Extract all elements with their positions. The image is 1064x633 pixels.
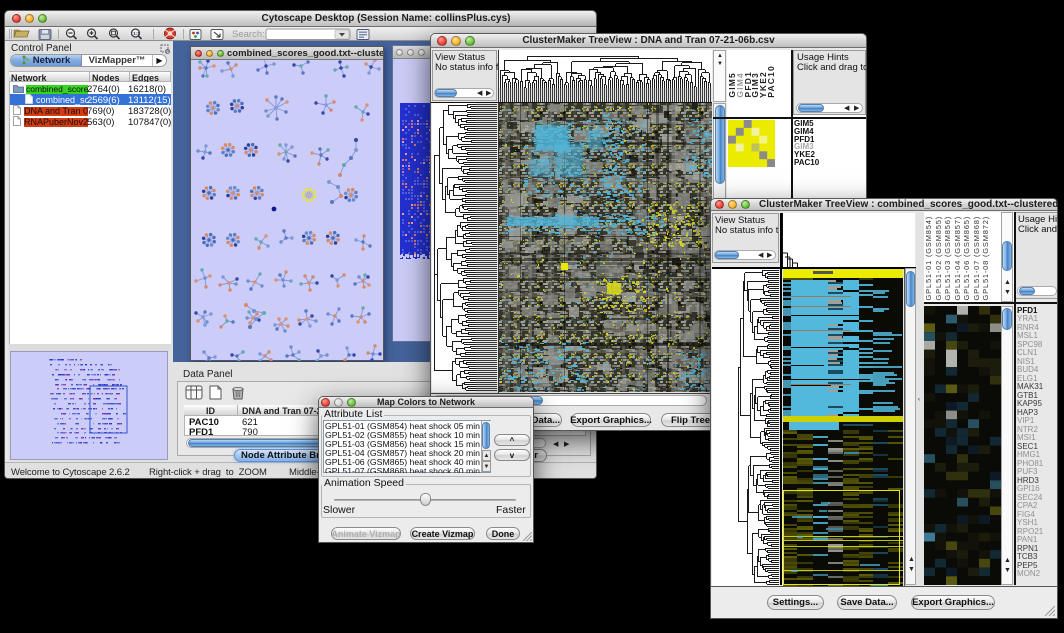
svg-text:Search:: Search: — [232, 29, 265, 40]
svg-text:1:1: 1:1 — [133, 31, 140, 36]
